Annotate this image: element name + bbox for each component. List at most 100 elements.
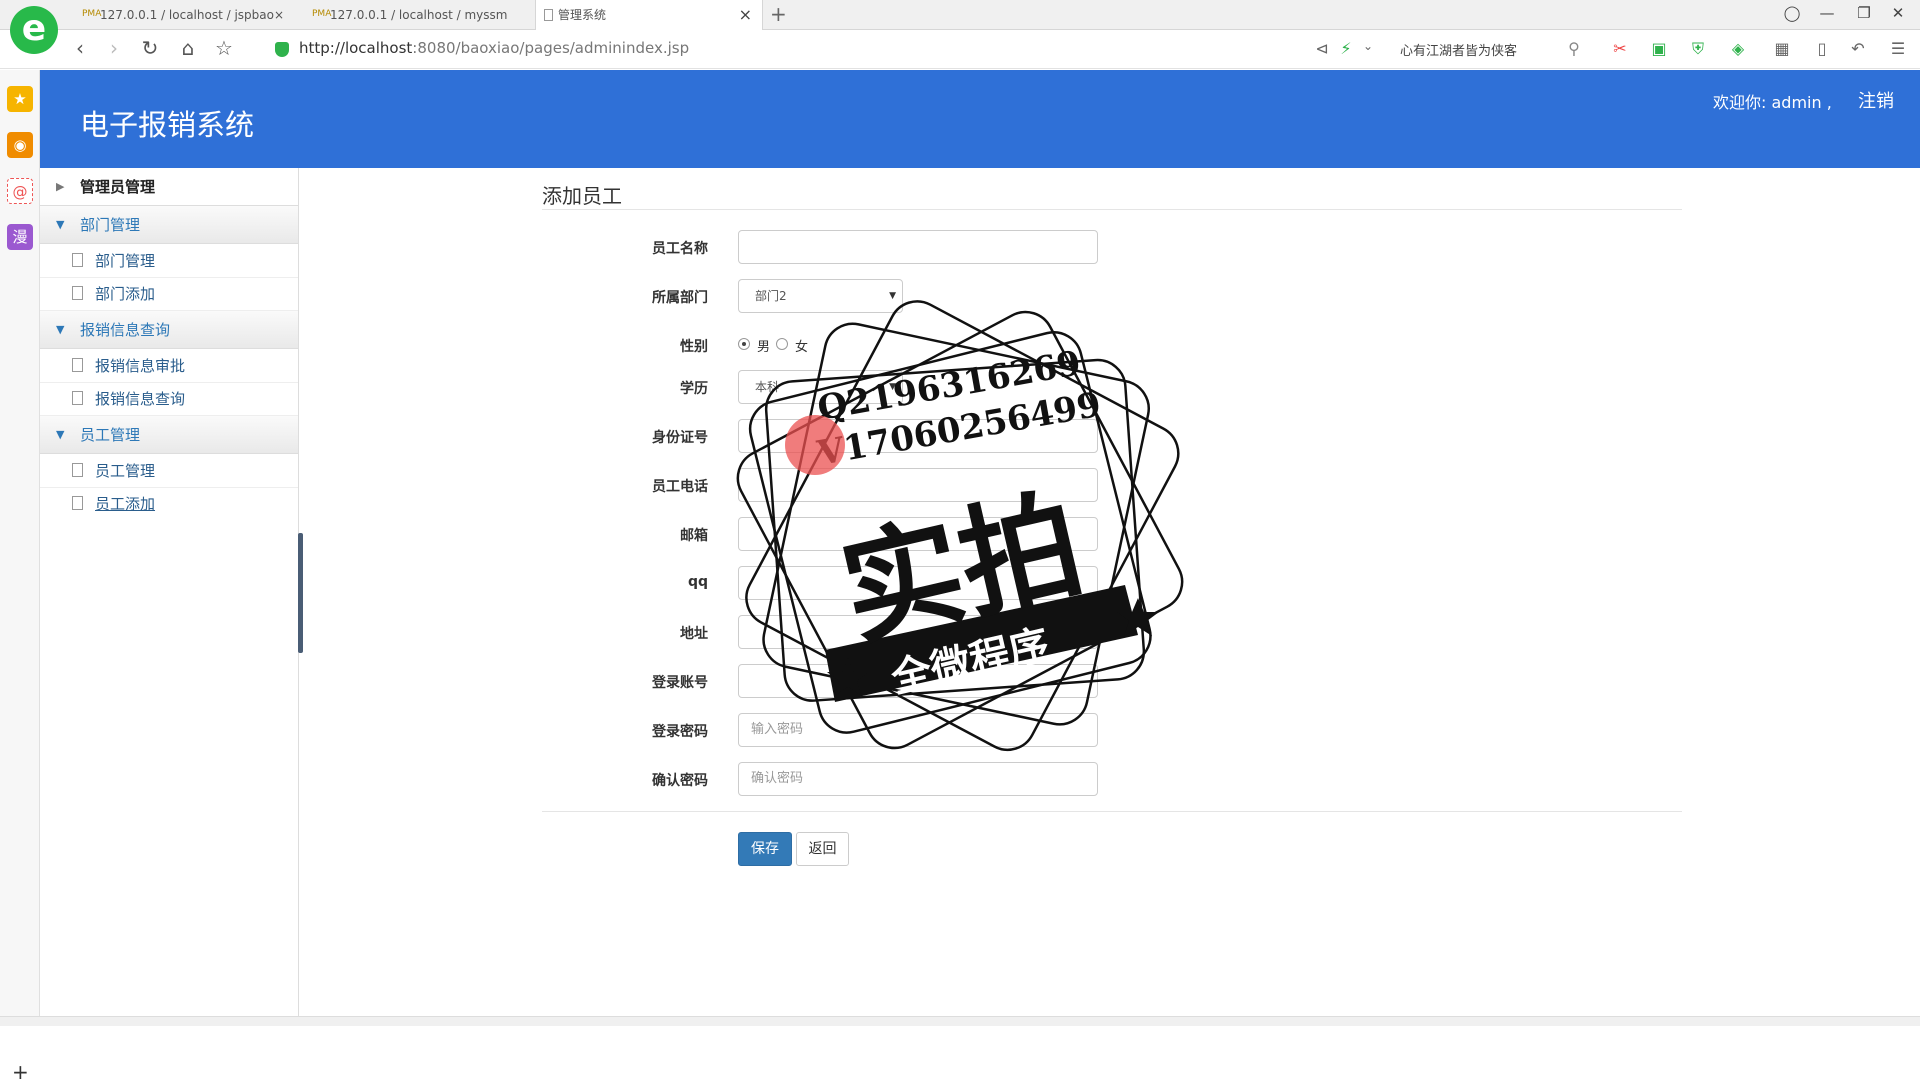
- app-title: 电子报销系统: [80, 108, 255, 142]
- document-icon: [72, 496, 83, 510]
- back-icon[interactable]: ‹: [68, 36, 92, 60]
- sidebar-item-employee-add[interactable]: 员工添加: [40, 488, 298, 521]
- label-email: 邮箱: [680, 528, 708, 544]
- close-window-icon[interactable]: ✕: [1888, 4, 1908, 22]
- section-label: 管理员管理: [80, 178, 156, 196]
- caret-down-icon: ▼: [56, 323, 65, 336]
- sidebar: ▶ 管理员管理 ▼ 部门管理 部门管理 部门添加 ▼ 报销信息查询 报销信息审批…: [40, 168, 299, 1016]
- weibo-icon[interactable]: ◉: [7, 132, 33, 158]
- security-icon[interactable]: ⛨: [1684, 39, 1712, 59]
- sidebar-section-reimbursement[interactable]: ▼ 报销信息查询: [40, 311, 298, 349]
- tab-title: 127.0.0.1 / localhost / jspbao×: [100, 8, 285, 22]
- home-icon[interactable]: ⌂: [176, 36, 200, 60]
- chevron-down-icon[interactable]: ⌄: [1354, 39, 1382, 53]
- divider: [542, 811, 1682, 812]
- mail-icon[interactable]: @: [7, 178, 33, 204]
- label-id-number: 身份证号: [652, 430, 708, 446]
- document-icon: [72, 358, 83, 372]
- label-login-account: 登录账号: [652, 675, 708, 691]
- item-label: 报销信息查询: [95, 390, 186, 408]
- item-label: 员工管理: [95, 462, 156, 480]
- url-host: http://localhost: [299, 39, 413, 57]
- page-title: 添加员工: [542, 184, 622, 208]
- new-tab-button[interactable]: +: [770, 2, 787, 26]
- security-shield-icon: [275, 42, 289, 57]
- sidebar-item-employee-manage[interactable]: 员工管理: [40, 455, 298, 488]
- label-gender: 性别: [680, 339, 708, 355]
- browser-tab-2[interactable]: PMA 127.0.0.1 / localhost / myssm: [308, 0, 536, 30]
- watermark-stamp: 全微程序 实拍 Q2196316269 V17060256499: [736, 300, 1184, 752]
- item-label: 部门添加: [95, 285, 156, 303]
- welcome-text: 欢迎你: admin ,: [1713, 93, 1832, 112]
- document-icon: [72, 391, 83, 405]
- close-tab-icon[interactable]: ×: [739, 0, 752, 30]
- section-label: 部门管理: [80, 216, 141, 234]
- comic-icon[interactable]: 漫: [7, 224, 33, 250]
- item-label: 员工添加: [95, 495, 156, 513]
- section-label: 报销信息查询: [80, 321, 171, 339]
- document-icon: [72, 286, 83, 300]
- sidebar-item-department-manage[interactable]: 部门管理: [40, 245, 298, 278]
- sidebar-resize-handle[interactable]: [298, 533, 303, 653]
- caret-down-icon: ▼: [56, 218, 65, 231]
- click-indicator: [785, 415, 845, 475]
- browser-tab-active[interactable]: 管理系统 ×: [535, 0, 763, 31]
- search-icon[interactable]: ⚲: [1560, 39, 1588, 58]
- sidebar-section-employee[interactable]: ▼ 员工管理: [40, 416, 298, 454]
- browser-sidebar: ★ ◉ @ 漫 +: [0, 70, 40, 1084]
- label-education: 学历: [680, 381, 708, 397]
- sidebar-section-department[interactable]: ▼ 部门管理: [40, 206, 298, 244]
- apps-grid-icon[interactable]: ▦: [1768, 39, 1796, 58]
- tab-title: 管理系统: [558, 8, 607, 22]
- search-box[interactable]: 心有江湖者皆为侠客: [1400, 40, 1517, 59]
- add-sidebar-item-button[interactable]: +: [12, 1060, 29, 1084]
- sidebar-item-reimbursement-approve[interactable]: 报销信息审批: [40, 350, 298, 383]
- sidebar-item-department-add[interactable]: 部门添加: [40, 278, 298, 311]
- restore-icon[interactable]: ❐: [1854, 4, 1874, 22]
- shirt-skin-icon[interactable]: ◯: [1782, 4, 1802, 22]
- address-bar[interactable]: http://localhost:8080/baoxiao/pages/admi…: [299, 39, 689, 57]
- browser-tab-1[interactable]: PMA 127.0.0.1 / localhost / jspbao×: [78, 0, 306, 30]
- document-icon: [72, 463, 83, 477]
- browser-tab-bar: PMA 127.0.0.1 / localhost / jspbao× PMA …: [0, 0, 1920, 31]
- minimize-icon[interactable]: —: [1817, 4, 1837, 22]
- label-address: 地址: [680, 626, 708, 642]
- status-bar: [0, 1016, 1920, 1026]
- menu-icon[interactable]: ☰: [1884, 39, 1912, 58]
- phpmyadmin-icon: PMA: [312, 9, 332, 19]
- divider: [542, 209, 1682, 210]
- save-button[interactable]: 保存: [738, 832, 792, 866]
- url-path: :8080/baoxiao/pages/adminindex.jsp: [412, 39, 690, 57]
- label-qq: qq: [687, 574, 708, 590]
- bookmark-star-icon[interactable]: ☆: [212, 36, 236, 60]
- caret-down-icon: ▼: [56, 428, 65, 441]
- logout-link[interactable]: 注销: [1858, 87, 1894, 113]
- document-icon: [72, 253, 83, 267]
- forward-icon[interactable]: ›: [102, 36, 126, 60]
- favorites-star-icon[interactable]: ★: [7, 86, 33, 112]
- phpmyadmin-icon: PMA: [82, 9, 102, 19]
- app-header: 电子报销系统 欢迎你: admin , 注销: [40, 70, 1920, 168]
- undo-icon[interactable]: ↶: [1844, 39, 1872, 58]
- refresh-icon[interactable]: ↻: [138, 36, 162, 60]
- browser-nav-bar: ‹ › ↻ ⌂ ☆ http://localhost:8080/baoxiao/…: [0, 30, 1920, 69]
- screenshot-scissors-icon[interactable]: ✂: [1606, 39, 1634, 58]
- label-department: 所属部门: [652, 290, 708, 306]
- label-phone: 员工电话: [652, 479, 708, 495]
- section-label: 员工管理: [80, 426, 141, 444]
- caret-right-icon: ▶: [56, 180, 65, 193]
- name-input[interactable]: [738, 230, 1098, 264]
- tablet-icon[interactable]: ▯: [1808, 39, 1836, 58]
- sidebar-section-admin[interactable]: ▶ 管理员管理: [40, 168, 298, 206]
- translate-icon[interactable]: ▣: [1645, 39, 1673, 58]
- tab-title: 127.0.0.1 / localhost / myssm: [330, 8, 508, 22]
- game-icon[interactable]: ◈: [1724, 39, 1752, 58]
- page-icon: [544, 9, 553, 21]
- label-login-password: 登录密码: [652, 724, 708, 740]
- back-button[interactable]: 返回: [796, 832, 849, 866]
- item-label: 报销信息审批: [95, 357, 186, 375]
- label-confirm-password: 确认密码: [652, 773, 708, 789]
- item-label: 部门管理: [95, 252, 156, 270]
- sidebar-item-reimbursement-query[interactable]: 报销信息查询: [40, 383, 298, 416]
- browser-logo-icon: e: [10, 6, 58, 54]
